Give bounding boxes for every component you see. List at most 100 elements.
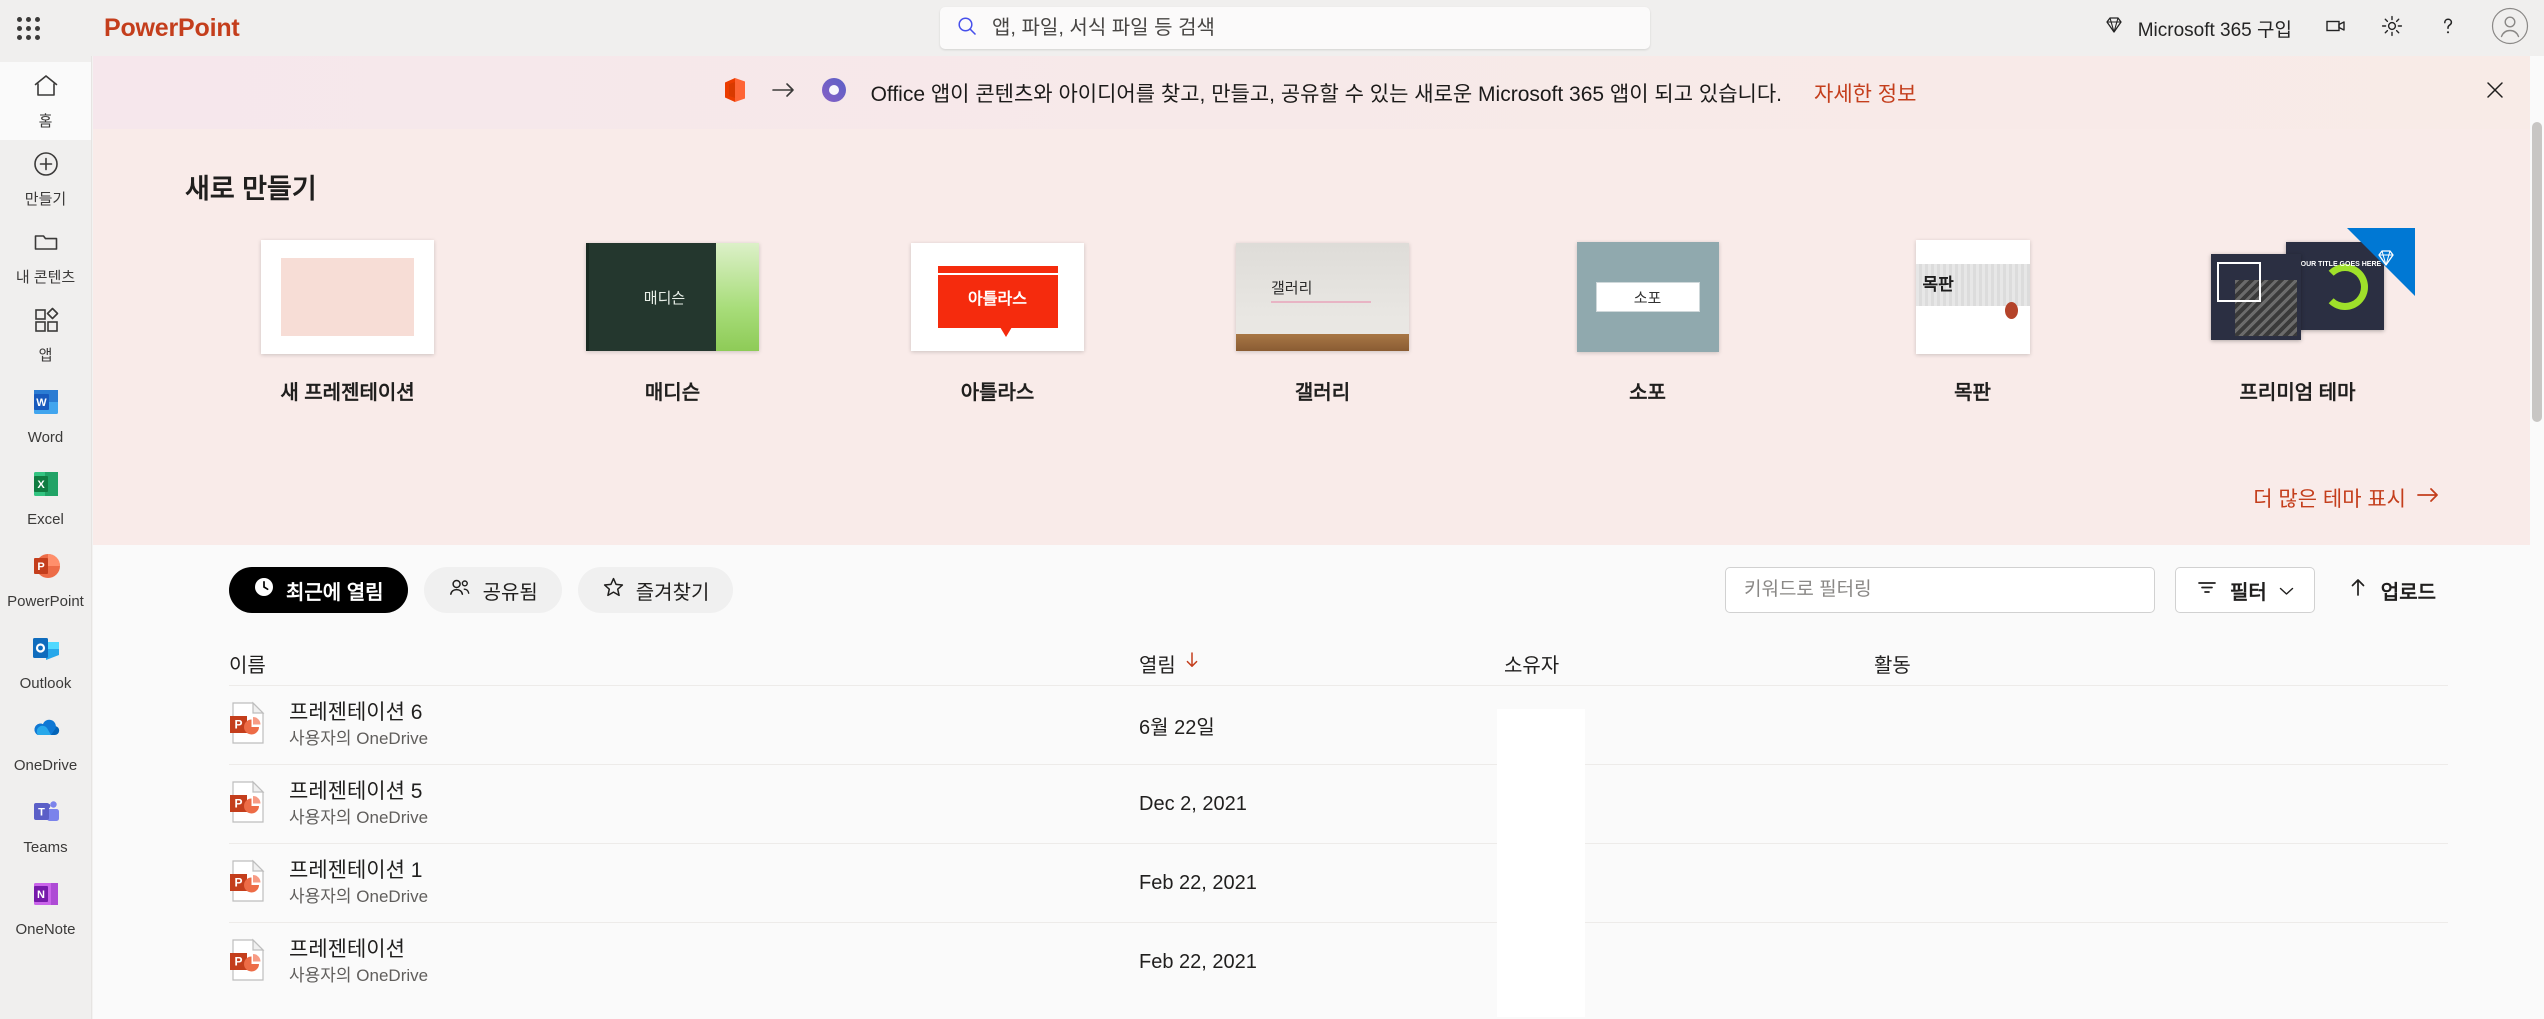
meeting-button[interactable] — [2308, 0, 2364, 56]
promo-learn-more-link[interactable]: 자세한 정보 — [1814, 78, 1916, 108]
onenote-icon: N — [29, 877, 63, 916]
buy-microsoft365-label: Microsoft 365 구입 — [2137, 19, 2292, 41]
folder-icon — [31, 227, 61, 262]
show-more-themes-link[interactable]: 더 많은 테마 표시 — [2253, 483, 2440, 513]
sidebar-app-excel-label: Excel — [27, 510, 64, 528]
help-button[interactable] — [2420, 0, 2476, 56]
sidebar-item-apps[interactable]: 앱 — [0, 296, 91, 374]
column-header-name[interactable]: 이름 — [229, 649, 1139, 678]
column-header-activity[interactable]: 활동 — [1874, 649, 2448, 678]
clock-icon — [253, 576, 275, 604]
powerpoint-file-icon: P — [229, 701, 267, 750]
search-box[interactable] — [940, 7, 1650, 49]
sidebar-app-word-label: Word — [27, 428, 64, 446]
template-thumb-text: 소포 — [1595, 282, 1700, 312]
filter-pill-favorites[interactable]: 즐겨찾기 — [577, 567, 734, 613]
template-label: 매디슨 — [644, 382, 701, 404]
app-launcher-button[interactable] — [0, 0, 56, 56]
page-scrollbar[interactable] — [2530, 56, 2544, 1019]
sidebar-app-onedrive[interactable]: OneDrive — [0, 702, 91, 784]
apps-icon — [31, 305, 61, 340]
template-thumbnail: 아틀라스 — [911, 240, 1084, 354]
powerpoint-file-icon: P — [229, 780, 267, 829]
template-thumbnail: 갤러리 — [1236, 240, 1409, 354]
template-thumb-text: 아틀라스 — [968, 291, 1027, 308]
filter-pill-shared[interactable]: 공유됨 — [423, 567, 562, 613]
diamond-icon — [2102, 13, 2126, 43]
template-thumb-text: 갤러리 — [1271, 280, 1313, 297]
template-card-new-presentation[interactable]: 새 프레젠테이션 — [185, 240, 510, 405]
sidebar-app-excel[interactable]: X Excel — [0, 456, 91, 538]
upload-button[interactable]: 업로드 — [2335, 567, 2448, 613]
premium-diamond-icon — [2374, 246, 2398, 275]
hero-section: Office 앱이 콘텐츠와 아이디어를 찾고, 만들고, 공유할 수 있는 새… — [93, 56, 2544, 545]
table-row[interactable]: P 프레젠테이션 1 사용자의 OneDrive Feb 22, 2021 — [229, 843, 2448, 922]
page-title: 새로 만들기 — [185, 174, 317, 204]
file-name: 프레젠테이션 5 — [289, 780, 423, 804]
recent-files-section: 최근에 열림 공유됨 즐겨찾기 키워드로 필터링 필터 업로드 이름 열림 소유… — [93, 545, 2544, 1019]
show-more-themes-label: 더 많은 테마 표시 — [2253, 488, 2406, 511]
template-thumb-text: 목판 — [1922, 275, 1954, 294]
top-app-bar: PowerPoint Microsoft 365 구입 — [0, 0, 2544, 56]
sidebar-app-word[interactable]: W Word — [0, 374, 91, 456]
search-input[interactable] — [992, 16, 1634, 40]
sidebar-app-outlook[interactable]: Outlook — [0, 620, 91, 702]
template-card-parcel[interactable]: 소포 소포 — [1485, 240, 1810, 405]
template-label: 아틀라스 — [960, 382, 1035, 404]
gear-icon — [2379, 13, 2405, 44]
scrollbar-thumb[interactable] — [2532, 122, 2542, 422]
template-card-woodtype[interactable]: 목판 목판 — [1810, 240, 2135, 405]
promo-content: Office 앱이 콘텐츠와 아이디어를 찾고, 만들고, 공유할 수 있는 새… — [721, 75, 1916, 110]
column-header-opened[interactable]: 열림 — [1139, 649, 1504, 678]
table-row[interactable]: P 프레젠테이션 사용자의 OneDrive Feb 22, 2021 — [229, 922, 2448, 1001]
sidebar-app-onenote-label: OneNote — [15, 920, 76, 938]
template-card-madison[interactable]: 매디슨 매디슨 — [510, 240, 835, 405]
template-label: 소포 — [1629, 382, 1666, 404]
search-icon — [956, 15, 978, 42]
account-button[interactable] — [2476, 0, 2544, 56]
file-opened-date: Feb 22, 2021 — [1139, 950, 1257, 973]
table-row[interactable]: P 프레젠테이션 6 사용자의 OneDrive 6월 22일 — [229, 685, 2448, 764]
sidebar-item-my-content[interactable]: 내 콘텐츠 — [0, 218, 91, 296]
recent-files-table: 이름 열림 소유자 활동 P 프레젠테이션 6 사용자의 OneDrive 6월… — [229, 641, 2448, 1001]
buy-microsoft365-button[interactable]: Microsoft 365 구입 — [2086, 6, 2308, 50]
template-thumbnail: 목판 — [1886, 240, 2059, 354]
file-name-text-group: 프레젠테이션 5 사용자의 OneDrive — [289, 778, 428, 829]
filter-dropdown-button[interactable]: 필터 — [2174, 567, 2315, 613]
file-location: 사용자의 OneDrive — [289, 965, 429, 985]
settings-button[interactable] — [2364, 0, 2420, 56]
star-icon — [602, 576, 625, 604]
table-row[interactable]: P 프레젠테이션 5 사용자의 OneDrive Dec 2, 2021 — [229, 764, 2448, 843]
promo-close-button[interactable] — [2478, 76, 2512, 110]
file-name-text-group: 프레젠테이션 사용자의 OneDrive — [289, 936, 428, 987]
template-thumb-text: 매디슨 — [643, 289, 686, 307]
sidebar-app-teams[interactable]: T Teams — [0, 784, 91, 866]
sidebar-app-powerpoint[interactable]: P PowerPoint — [0, 538, 91, 620]
keyword-filter-input[interactable] — [1724, 567, 2155, 613]
app-brand-title[interactable]: PowerPoint — [104, 14, 240, 43]
template-card-premium-themes[interactable]: YOUR TITLE GOES HERE 프리미엄 테마 — [2135, 228, 2460, 405]
svg-text:P: P — [234, 717, 242, 731]
file-filter-actions: 필터 업로드 — [1724, 567, 2448, 613]
sidebar-app-outlook-label: Outlook — [19, 674, 72, 692]
column-header-owner[interactable]: 소유자 — [1504, 649, 1874, 678]
filter-pill-recently-opened[interactable]: 최근에 열림 — [229, 567, 408, 613]
help-icon — [2435, 13, 2461, 44]
file-name-cell: P 프레젠테이션 6 사용자의 OneDrive — [229, 699, 1139, 750]
template-thumbnail: 소포 — [1561, 240, 1734, 354]
sidebar-app-onenote[interactable]: N OneNote — [0, 866, 91, 948]
file-filter-bar: 최근에 열림 공유됨 즐겨찾기 키워드로 필터링 필터 업로드 — [93, 545, 2544, 613]
file-name-cell: P 프레젠테이션 1 사용자의 OneDrive — [229, 857, 1139, 908]
powerpoint-file-icon: P — [229, 859, 267, 908]
excel-icon: X — [29, 467, 63, 506]
sidebar-item-home[interactable]: 홈 — [0, 62, 91, 140]
template-thumbnail — [261, 240, 434, 354]
outlook-icon — [29, 631, 63, 670]
svg-text:T: T — [38, 806, 45, 818]
filter-pill-label: 공유됨 — [482, 581, 538, 604]
sort-descending-icon — [1184, 651, 1200, 675]
template-card-gallery[interactable]: 갤러리 갤러리 — [1160, 240, 1485, 405]
template-card-atlas[interactable]: 아틀라스 아틀라스 — [835, 240, 1160, 405]
file-opened-date: Dec 2, 2021 — [1139, 792, 1247, 815]
sidebar-item-create[interactable]: 만들기 — [0, 140, 91, 218]
